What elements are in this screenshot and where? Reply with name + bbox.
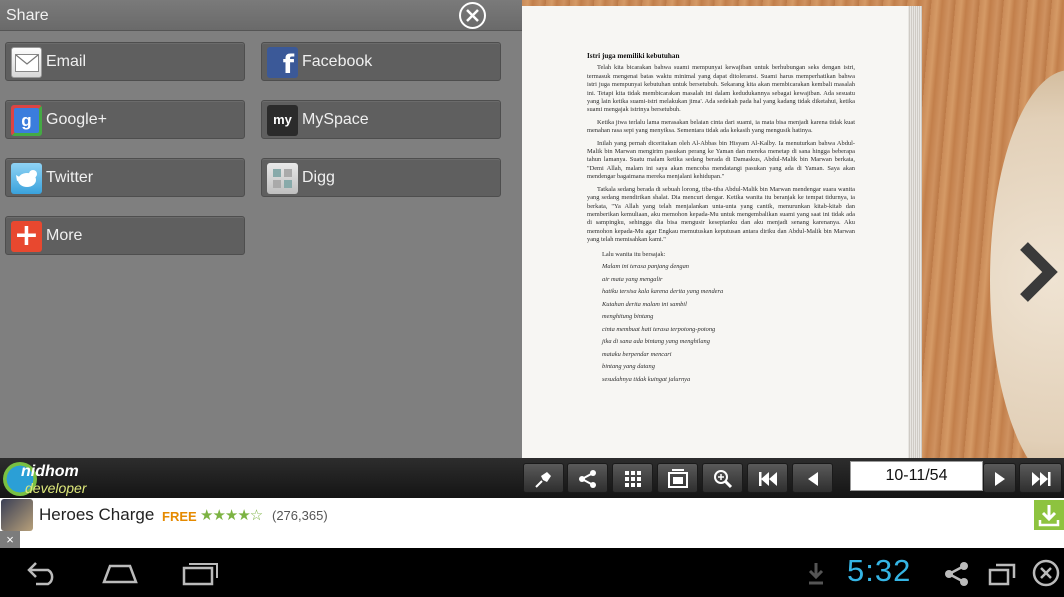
share-button[interactable] bbox=[567, 463, 608, 493]
twitter-icon bbox=[11, 163, 42, 194]
paragraph: Ketika jiwa terlalu lama merasakan belai… bbox=[587, 118, 855, 135]
myspace-icon: my bbox=[267, 105, 298, 136]
next-page-arrow-icon[interactable] bbox=[1008, 238, 1064, 306]
pin-icon bbox=[534, 472, 551, 488]
paragraph: Telah kita bicarakan bahwa suami mempuny… bbox=[587, 64, 855, 114]
share-twitter-button[interactable]: Twitter bbox=[5, 158, 245, 197]
ad-rating-stars: ★★★★☆ bbox=[200, 506, 263, 524]
share-myspace-button[interactable]: my MySpace bbox=[261, 100, 501, 139]
pin-button[interactable] bbox=[523, 463, 564, 493]
ad-banner[interactable] bbox=[0, 498, 1064, 548]
ad-rating-count: (276,365) bbox=[272, 508, 328, 523]
share-more-button[interactable]: + More bbox=[5, 216, 245, 255]
back-icon[interactable] bbox=[22, 558, 60, 593]
google-plus-glyph: g bbox=[14, 108, 39, 133]
recent-apps-icon[interactable] bbox=[180, 558, 220, 593]
poem-line: mataku berpendar mencari bbox=[602, 350, 672, 358]
poem-line: hatiku tersisa kala karena derita yang m… bbox=[602, 288, 724, 296]
close-app-icon[interactable] bbox=[1031, 558, 1061, 593]
share-email-label: Email bbox=[46, 53, 87, 70]
poem: Lalu wanita itu bersajak: Malam ini tera… bbox=[587, 249, 855, 387]
page-stack-edge bbox=[908, 6, 922, 458]
share-twitter-label: Twitter bbox=[46, 169, 94, 186]
share-google-plus-button[interactable]: g Google+ bbox=[5, 100, 245, 139]
download-status-icon bbox=[806, 560, 826, 591]
poem-line: menghitung bintang bbox=[602, 313, 654, 321]
paragraph: Inilah yang pernah diceritakan oleh Al-A… bbox=[587, 139, 855, 181]
logo-line2: developer bbox=[25, 480, 87, 496]
zoom-icon bbox=[713, 470, 732, 489]
facebook-icon: f bbox=[267, 47, 298, 80]
last-page-icon bbox=[1031, 472, 1050, 486]
poem-line: bintang yang datang bbox=[602, 363, 655, 371]
page-indicator-field[interactable]: 10-11/54 bbox=[850, 461, 983, 491]
google-plus-icon: g bbox=[11, 105, 42, 136]
paragraph: Tatkala sedang berada di sebuah lorong, … bbox=[587, 185, 855, 244]
next-page-icon bbox=[994, 472, 1005, 486]
home-icon[interactable] bbox=[100, 558, 140, 593]
first-page-icon bbox=[758, 472, 777, 486]
share-panel: Share Email f Facebook g Google+ my MySp… bbox=[0, 0, 522, 458]
first-page-button[interactable] bbox=[747, 463, 788, 493]
share-icon bbox=[578, 470, 596, 488]
next-page-button[interactable] bbox=[983, 463, 1016, 493]
share-more-label: More bbox=[46, 227, 83, 244]
share-email-button[interactable]: Email bbox=[5, 42, 245, 81]
share-digg-label: Digg bbox=[302, 169, 335, 186]
poem-line: Malam ini terasa panjang dengan bbox=[602, 263, 689, 271]
ad-price-badge: FREE bbox=[162, 509, 197, 524]
share-myspace-label: MySpace bbox=[302, 111, 369, 128]
share-facebook-label: Facebook bbox=[302, 53, 373, 70]
logo-line1: nidhom bbox=[21, 463, 79, 480]
window-icon[interactable] bbox=[987, 560, 1017, 593]
ad-app-title[interactable]: Heroes Charge bbox=[39, 505, 154, 525]
section-heading: Istri juga memiliki kebutuhan bbox=[587, 52, 680, 60]
poem-line: sesudahnya tidak kuingat jalurnya bbox=[602, 375, 691, 383]
pages-button[interactable] bbox=[657, 463, 698, 493]
grid-icon bbox=[624, 471, 641, 487]
last-page-button[interactable] bbox=[1019, 463, 1062, 493]
prev-page-button[interactable] bbox=[792, 463, 833, 493]
poem-line: cinta membuat hati terasa terpotong-poto… bbox=[602, 325, 716, 333]
share-title: Share bbox=[6, 7, 49, 24]
pages-icon bbox=[667, 469, 688, 488]
share-google-plus-label: Google+ bbox=[46, 111, 107, 128]
ad-close-button[interactable]: × bbox=[0, 531, 20, 548]
poem-line: jika di sana ada bintang yang menghilang bbox=[602, 338, 710, 346]
grid-view-button[interactable] bbox=[612, 463, 653, 493]
share-facebook-button[interactable]: f Facebook bbox=[261, 42, 501, 81]
share-header: Share bbox=[0, 0, 522, 31]
ad-app-icon[interactable] bbox=[1, 499, 33, 531]
status-clock: 5:32 bbox=[847, 553, 912, 588]
book-page-text: Istri juga memiliki kebutuhan Telah kita… bbox=[587, 52, 855, 386]
close-icon[interactable] bbox=[459, 2, 486, 29]
plus-icon: + bbox=[11, 221, 42, 252]
share-status-icon[interactable] bbox=[943, 560, 971, 593]
poem-line: air mata yang mengalir bbox=[602, 275, 663, 283]
digg-icon bbox=[267, 163, 298, 194]
screen: Istri juga memiliki kebutuhan Telah kita… bbox=[0, 0, 1064, 597]
email-icon bbox=[11, 47, 42, 78]
developer-logo: nidhom developer bbox=[1, 459, 97, 499]
poem-intro: Lalu wanita itu bersajak: bbox=[602, 250, 666, 258]
download-icon[interactable] bbox=[1034, 500, 1064, 530]
share-digg-button[interactable]: Digg bbox=[261, 158, 501, 197]
zoom-button[interactable] bbox=[702, 463, 743, 493]
prev-page-icon bbox=[807, 472, 818, 486]
poem-line: Kutahan derita malam ini sambil bbox=[602, 300, 687, 308]
